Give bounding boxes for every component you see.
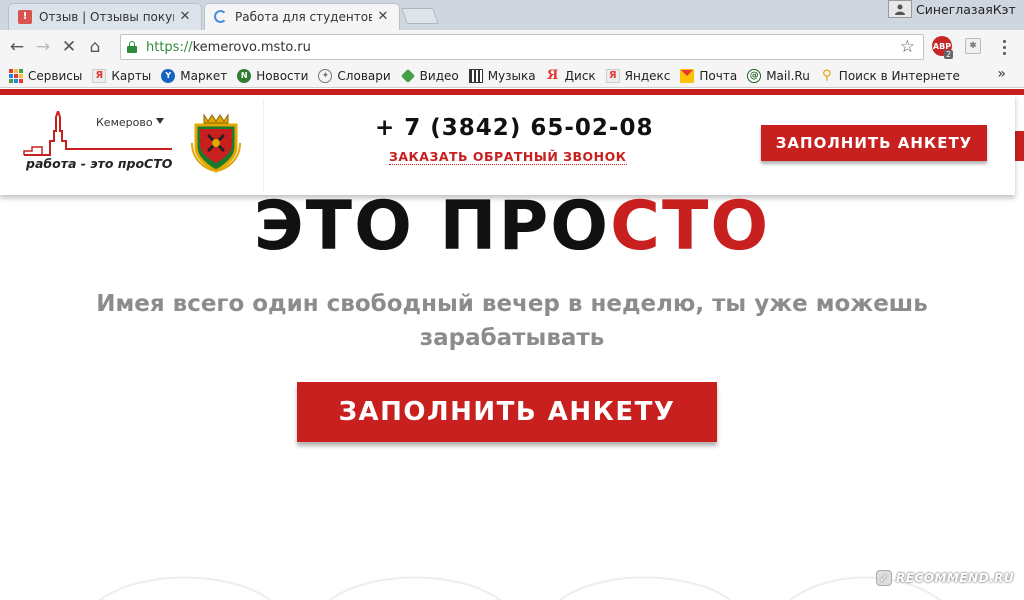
url-host: kemerovo.msto.ru xyxy=(192,39,311,55)
hero-apply-button[interactable]: ЗАПОЛНИТЬ АНКЕТУ xyxy=(297,382,717,442)
search-icon: ⚲ xyxy=(822,68,832,83)
home-button[interactable]: ⌂ xyxy=(82,34,108,60)
bookmark-market[interactable]: Y Маркет xyxy=(161,68,228,83)
callback-link[interactable]: ЗАКАЗАТЬ ОБРАТНЫЙ ЗВОНОК xyxy=(389,149,627,165)
mail-icon xyxy=(680,68,695,83)
url-scheme: https:// xyxy=(146,39,193,55)
bookmark-karty[interactable]: Я Карты xyxy=(92,68,152,83)
bookmark-pochta[interactable]: Почта xyxy=(680,68,738,83)
hero-title-accent: СТО xyxy=(610,187,771,266)
browser-menu-icon[interactable] xyxy=(996,38,1012,56)
apps-grid-icon xyxy=(9,68,23,83)
bookmark-mailru[interactable]: @ Mail.Ru xyxy=(747,68,810,83)
tab-title: Отзыв | Отзывы покупат xyxy=(39,9,174,24)
recommend-logo-icon: ✓ xyxy=(876,570,892,586)
decorative-arcs xyxy=(99,576,941,600)
bookmark-servisy[interactable]: Сервисы xyxy=(9,68,83,83)
bookmark-label: Новости xyxy=(256,68,309,83)
hero-title-main: ЭТО ПРО xyxy=(253,187,611,266)
bookmark-label: Словари xyxy=(337,68,391,83)
bookmark-label: Маркет xyxy=(180,68,228,83)
watermark-text: RECOMMEND.RU xyxy=(896,571,1015,585)
address-bar[interactable]: https://kemerovo.msto.ru ☆ xyxy=(120,34,924,60)
yandex-icon: Я xyxy=(92,68,107,83)
bookmark-label: Mail.Ru xyxy=(766,68,810,83)
back-button[interactable]: ← xyxy=(4,34,30,60)
tab-rabota-active[interactable]: Работа для студентов, п ✕ xyxy=(204,3,400,30)
bookmarks-more-button[interactable]: » xyxy=(997,66,1006,82)
market-icon: Y xyxy=(161,68,176,83)
city-selector[interactable]: Кемерово xyxy=(96,116,153,129)
dictionary-icon: ✦ xyxy=(318,68,333,83)
lock-icon xyxy=(127,41,137,53)
profile-button[interactable]: СинеглазаяКэт xyxy=(888,0,1024,18)
logo-text-accent: СТО xyxy=(144,156,173,171)
bookmark-poisk[interactable]: ⚲ Поиск в Интернете xyxy=(820,68,960,83)
bookmark-disk[interactable]: Я Диск xyxy=(546,68,596,83)
forward-button[interactable]: → xyxy=(30,34,56,60)
loading-spinner-icon xyxy=(214,10,227,23)
bookmark-label: Яндекс xyxy=(624,68,671,83)
bookmark-yandex[interactable]: Я Яндекс xyxy=(605,68,671,83)
news-icon: N xyxy=(237,68,252,83)
web-page: Кемерово работа - это проСТО + 7 (3842) … xyxy=(0,89,1024,600)
site-header: Кемерово работа - это проСТО + 7 (3842) … xyxy=(0,95,1015,195)
watermark: ✓ RECOMMEND.RU xyxy=(876,567,1018,589)
bookmark-star-icon[interactable]: ☆ xyxy=(900,37,915,57)
yandex-icon: Я xyxy=(605,68,620,83)
side-accent-strip xyxy=(1014,131,1024,161)
bookmarks-bar: Сервисы Я Карты Y Маркет N Новости ✦ Сло… xyxy=(0,64,1024,88)
adblock-badge: 2 xyxy=(944,50,954,59)
music-icon xyxy=(468,68,483,83)
site-logo[interactable]: Кемерово работа - это проСТО xyxy=(6,99,264,191)
header-apply-button[interactable]: ЗАПОЛНИТЬ АНКЕТУ xyxy=(761,125,987,161)
logo-text-main: работа - это про xyxy=(26,156,145,171)
bookmark-novosti[interactable]: N Новости xyxy=(237,68,309,83)
bookmark-label: Почта xyxy=(699,68,738,83)
otzyv-icon: ! xyxy=(18,9,32,24)
coat-of-arms-icon xyxy=(191,113,241,173)
profile-name: СинеглазаяКэт xyxy=(916,1,1016,17)
user-icon xyxy=(888,0,912,18)
browser-tabstrip: ! Отзыв | Отзывы покупат ✕ Работа для ст… xyxy=(0,0,1024,30)
bookmark-label: Поиск в Интернете xyxy=(838,68,960,83)
bookmark-label: Сервисы xyxy=(28,68,83,83)
mailru-icon: @ xyxy=(747,68,762,83)
video-icon xyxy=(400,68,415,83)
phone-number[interactable]: + 7 (3842) 65-02-08 xyxy=(375,115,653,141)
close-icon[interactable]: ✕ xyxy=(178,9,192,24)
hero-subtitle: Имея всего один свободный вечер в неделю… xyxy=(96,291,928,351)
bookmark-label: Видео xyxy=(419,68,459,83)
bookmark-label: Музыка xyxy=(487,68,536,83)
bookmark-label: Карты xyxy=(111,68,152,83)
yandex-disk-icon: Я xyxy=(546,68,559,83)
bookmark-video[interactable]: Видео xyxy=(400,68,459,83)
tab-otzyv[interactable]: ! Отзыв | Отзывы покупат ✕ xyxy=(8,3,202,30)
bookmark-muzyka[interactable]: Музыка xyxy=(468,68,536,83)
browser-toolbar: ← → ✕ ⌂ https://kemerovo.msto.ru ☆ xyxy=(0,30,1024,64)
hero-title: ЭТО ПРОСТО xyxy=(0,187,1024,267)
bookmark-slovari[interactable]: ✦ Словари xyxy=(318,68,391,83)
stop-button[interactable]: ✕ xyxy=(56,34,82,60)
close-icon[interactable]: ✕ xyxy=(376,9,390,24)
url-text: https://kemerovo.msto.ru xyxy=(146,40,311,55)
tab-title: Работа для студентов, п xyxy=(235,9,372,24)
logo-text: работа - это проСТО xyxy=(26,156,172,171)
chevron-down-icon[interactable] xyxy=(156,118,164,124)
extension-icon[interactable]: ✱ xyxy=(965,38,981,54)
bookmark-label: Диск xyxy=(564,68,596,83)
new-tab-button[interactable] xyxy=(401,8,439,24)
